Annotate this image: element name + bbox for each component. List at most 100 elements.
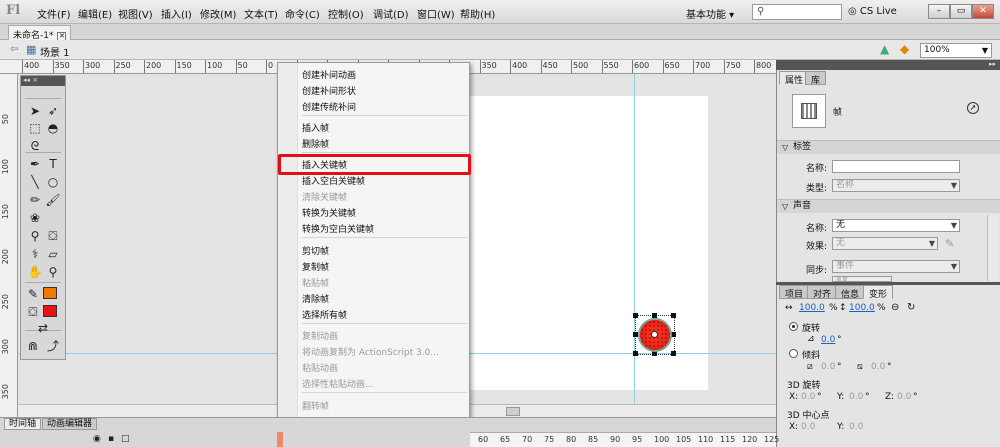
tab-transform[interactable]: 变形 (863, 285, 894, 300)
sound-section-header[interactable]: ▽ 声音 (777, 199, 1000, 213)
deco-icon[interactable]: ❀ (27, 210, 43, 226)
help-icon[interactable]: ➚ (967, 102, 979, 114)
context-menu-item[interactable]: 选择所有帧 (302, 308, 347, 321)
context-menu-item[interactable]: 创建补间动画 (302, 68, 356, 81)
effect-select[interactable]: 无 ▼ (832, 237, 938, 250)
menu-modify[interactable]: 修改(M) (200, 6, 236, 21)
menu-help[interactable]: 帮助(H) (460, 6, 495, 21)
scrollbar-thumb[interactable] (506, 407, 520, 416)
tab-project[interactable]: 项目 (779, 285, 810, 300)
edit-pencil-icon[interactable]: ✎ (945, 237, 954, 250)
stroke-color-swatch[interactable] (43, 287, 57, 299)
outline-icon[interactable]: □ (121, 434, 130, 444)
zoom-icon[interactable]: ⚲ (45, 264, 61, 280)
collapse-icon[interactable]: ◂◂ × (23, 76, 38, 84)
eraser-icon[interactable]: ▱ (45, 246, 61, 262)
skew-radio[interactable] (789, 349, 798, 358)
tab-timeline[interactable]: 时间轴 (4, 418, 42, 430)
context-menu-item[interactable]: 复制帧 (302, 260, 329, 273)
rotate-radio[interactable] (789, 322, 798, 331)
snap-icon[interactable]: ⋒ (25, 338, 41, 354)
context-menu-item[interactable]: 创建补间形状 (302, 84, 356, 97)
sound-name-select[interactable]: 无 ▼ (832, 219, 960, 232)
brush-icon[interactable]: 🖌 (45, 192, 61, 208)
menu-control[interactable]: 控制(O) (328, 6, 364, 21)
eye-icon[interactable]: ◉ (93, 434, 101, 444)
context-menu-item[interactable]: 插入空白关键帧 (302, 174, 365, 187)
sync-select[interactable]: 事件 ▼ (832, 260, 960, 273)
label-section-header[interactable]: ▽ 标签 (777, 140, 1000, 154)
playhead[interactable] (277, 432, 283, 447)
document-tab[interactable]: 未命名-1* ✕ (8, 25, 72, 41)
restore-button[interactable]: ▭ (950, 4, 972, 19)
rotate3d-y[interactable]: 0.0 (849, 392, 863, 402)
back-arrow-icon[interactable]: ⇦ (10, 44, 18, 55)
line-icon[interactable]: ╲ (27, 174, 43, 190)
menu-file[interactable]: 文件(F) (37, 6, 71, 21)
label-type-select[interactable]: 名称 ▼ (832, 179, 960, 192)
resize-handle[interactable] (633, 313, 638, 318)
resize-handle[interactable] (633, 351, 638, 356)
close-window-button[interactable]: ✕ (972, 4, 994, 19)
rotate3d-x[interactable]: 0.0 (801, 392, 815, 402)
guide-vertical[interactable] (634, 74, 635, 417)
pen-icon[interactable]: ✒ (27, 156, 43, 172)
height-scale-value[interactable]: 100.0 (849, 303, 875, 313)
context-menu-item[interactable]: 剪切帧 (302, 244, 329, 257)
center3d-x[interactable]: 0.0 (801, 422, 815, 432)
oval-icon[interactable]: ○ (45, 174, 61, 190)
menu-debug[interactable]: 调试(D) (373, 6, 409, 21)
vertical-scrollbar[interactable] (987, 215, 999, 281)
menu-edit[interactable]: 编辑(E) (78, 6, 112, 21)
fill-color-icon[interactable]: ⛋ (25, 304, 41, 320)
panel-header-strip[interactable]: ▸▸ (776, 60, 1000, 70)
zoom-selector[interactable]: 100% ▼ (920, 43, 992, 58)
panel-header-strip[interactable] (776, 282, 1000, 285)
menu-commands[interactable]: 命令(C) (285, 6, 320, 21)
smooth-icon[interactable]: ⤴ (45, 338, 61, 354)
context-menu-item[interactable]: 创建传统补间 (302, 100, 356, 113)
rotate-value[interactable]: 0.0 (821, 335, 835, 345)
text-icon[interactable]: T (45, 156, 61, 172)
menu-view[interactable]: 视图(V) (118, 6, 153, 21)
skew-v-value[interactable]: 0.0 (871, 362, 885, 372)
rotate3d-z[interactable]: 0.0 (897, 392, 911, 402)
tab-motion-editor[interactable]: 动画编辑器 (42, 418, 98, 430)
edit-scene-icon[interactable]: ▲ (880, 42, 889, 56)
pencil-icon[interactable]: ✏ (27, 192, 43, 208)
context-menu-item[interactable]: 转换为空白关键帧 (302, 222, 374, 235)
resize-handle[interactable] (671, 313, 676, 318)
timeline-frame-ruler[interactable]: 60 65 70 75 80 85 90 95 100 105 110 115 120 125 (470, 432, 779, 447)
stroke-color-icon[interactable]: ✎ (25, 286, 41, 302)
edit-symbol-icon[interactable]: ◆ (900, 42, 909, 56)
eyedropper-icon[interactable]: ⚕ (27, 246, 43, 262)
width-scale-value[interactable]: 100.0 (799, 303, 825, 313)
transform-point[interactable] (651, 331, 658, 338)
menu-text[interactable]: 文本(T) (244, 6, 278, 21)
minimize-button[interactable]: – (928, 4, 950, 19)
selection-icon[interactable]: ➤ (27, 103, 43, 119)
free-transform-icon[interactable]: ⬚ (27, 120, 43, 136)
context-menu-item[interactable]: 清除帧 (302, 292, 329, 305)
subselection-icon[interactable]: ➶ (45, 103, 61, 119)
menu-insert[interactable]: 插入(I) (161, 6, 192, 21)
collapse-icon[interactable]: ▸▸ (989, 60, 996, 68)
reset-icon[interactable]: ↻ (907, 302, 915, 313)
tools-panel-header[interactable]: ◂◂ × (21, 76, 65, 86)
constrain-icon[interactable]: ⊖ (891, 302, 899, 313)
context-menu-item[interactable]: 删除帧 (302, 137, 329, 150)
cs-live-button[interactable]: ◎ CS Live (848, 6, 897, 17)
tab-library[interactable]: 库 (805, 71, 827, 86)
swap-colors-icon[interactable]: ⇄ (35, 320, 51, 336)
resize-handle[interactable] (671, 351, 676, 356)
3d-rotation-icon[interactable]: ◓ (45, 120, 61, 136)
frame-name-input[interactable] (832, 160, 960, 173)
paint-bucket-icon[interactable]: ⛋ (45, 228, 61, 244)
menu-window[interactable]: 窗口(W) (417, 6, 455, 21)
workspace-selector[interactable]: 基本功能 ▾ (686, 3, 744, 21)
context-menu-item[interactable]: 转换为关键帧 (302, 206, 356, 219)
skew-h-value[interactable]: 0.0 (821, 362, 835, 372)
context-menu-item[interactable]: 插入帧 (302, 121, 329, 134)
hand-icon[interactable]: ✋ (27, 264, 43, 280)
tab-align[interactable]: 对齐 (807, 285, 838, 300)
